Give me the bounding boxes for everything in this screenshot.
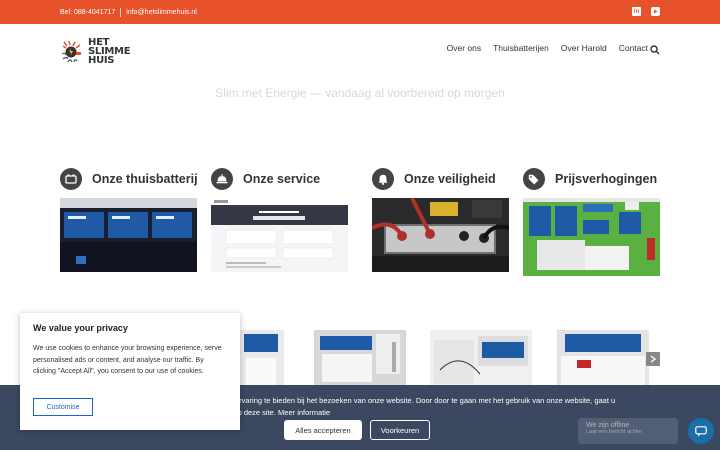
main-nav: Over ons Thuisbatterijen Over Harold Con… — [447, 43, 648, 53]
feature-title: Onze service — [243, 172, 321, 186]
customise-button[interactable]: Customise — [33, 398, 93, 416]
search-icon[interactable] — [650, 42, 660, 55]
logo-text: HET SLIMME HUIS — [88, 38, 131, 66]
logo-mark-icon — [60, 40, 84, 64]
site-logo[interactable]: HET SLIMME HUIS — [60, 38, 131, 66]
alarm-bell-icon — [372, 168, 394, 190]
privacy-title: We value your privacy — [33, 323, 128, 333]
price-tags-icon — [523, 168, 545, 190]
gallery-image[interactable] — [314, 330, 406, 390]
gallery-next-button[interactable] — [646, 352, 660, 366]
feature-title: Prijsverhogingen — [555, 172, 658, 186]
logo-line: HUIS — [88, 55, 115, 66]
pricing-photo[interactable] — [523, 198, 660, 276]
gallery-image[interactable] — [430, 330, 532, 390]
feature-prijsverhogingen[interactable]: Prijsverhogingen — [523, 168, 660, 276]
email-link[interactable]: info@hetslimmehuis.nl — [126, 9, 197, 16]
preferences-button[interactable]: Voorkeuren — [370, 420, 430, 440]
chat-status[interactable]: We zijn offline Laat een bericht achter — [578, 418, 678, 444]
nav-item-contact[interactable]: Contact — [619, 43, 648, 53]
battery-photo[interactable] — [60, 198, 197, 272]
feature-title: Onze veiligheid — [404, 172, 496, 186]
nav-item-over-ons[interactable]: Over ons — [447, 43, 482, 53]
phone-link[interactable]: Bel: 088-4041717 — [60, 9, 115, 16]
feature-service[interactable]: Onze service — [211, 168, 348, 272]
linkedin-icon[interactable]: in — [632, 7, 641, 16]
youtube-icon[interactable] — [651, 7, 660, 16]
gallery-image[interactable] — [240, 330, 284, 390]
accept-all-button[interactable]: Alles accepteren — [284, 420, 362, 440]
chat-status-text: We zijn offline — [586, 422, 630, 429]
hero-tagline: Slim met Energie — vandaag al voorbereid… — [215, 86, 505, 100]
chevron-right-icon — [650, 355, 656, 363]
privacy-text: We use cookies to enhance your browsing … — [33, 345, 222, 375]
chat-icon[interactable] — [688, 418, 714, 444]
feature-title: Onze thuisbatterij — [92, 172, 198, 186]
chat-sub-text: Laat een bericht achter — [586, 429, 643, 435]
site-header: HET SLIMME HUIS Over ons Thuisbatterijen… — [0, 24, 720, 74]
battery-icon — [60, 168, 82, 190]
feature-thuisbatterij[interactable]: Onze thuisbatterij — [60, 168, 198, 272]
top-bar: Bel: 088-4041717 info@hetslimmehuis.nl i… — [0, 0, 720, 24]
safety-photo[interactable] — [372, 198, 509, 272]
privacy-dialog: We value your privacy We use cookies to … — [20, 313, 240, 430]
more-info-link[interactable]: Meer informatie — [278, 408, 330, 417]
feature-heading: Onze veiligheid — [372, 168, 509, 190]
divider — [120, 8, 122, 17]
nav-item-thuisbatterijen[interactable]: Thuisbatterijen — [493, 43, 549, 53]
service-screenshot[interactable] — [211, 198, 348, 272]
top-contact: Bel: 088-4041717 info@hetslimmehuis.nl — [60, 8, 197, 17]
gallery-image[interactable] — [557, 330, 649, 390]
feature-veiligheid[interactable]: Onze veiligheid — [372, 168, 509, 272]
feature-heading: Prijsverhogingen — [523, 168, 660, 190]
nav-item-over-harold[interactable]: Over Harold — [561, 43, 607, 53]
feature-heading: Onze thuisbatterij — [60, 168, 198, 190]
social-links: in — [632, 7, 660, 16]
service-bell-icon — [211, 168, 233, 190]
feature-heading: Onze service — [211, 168, 348, 190]
